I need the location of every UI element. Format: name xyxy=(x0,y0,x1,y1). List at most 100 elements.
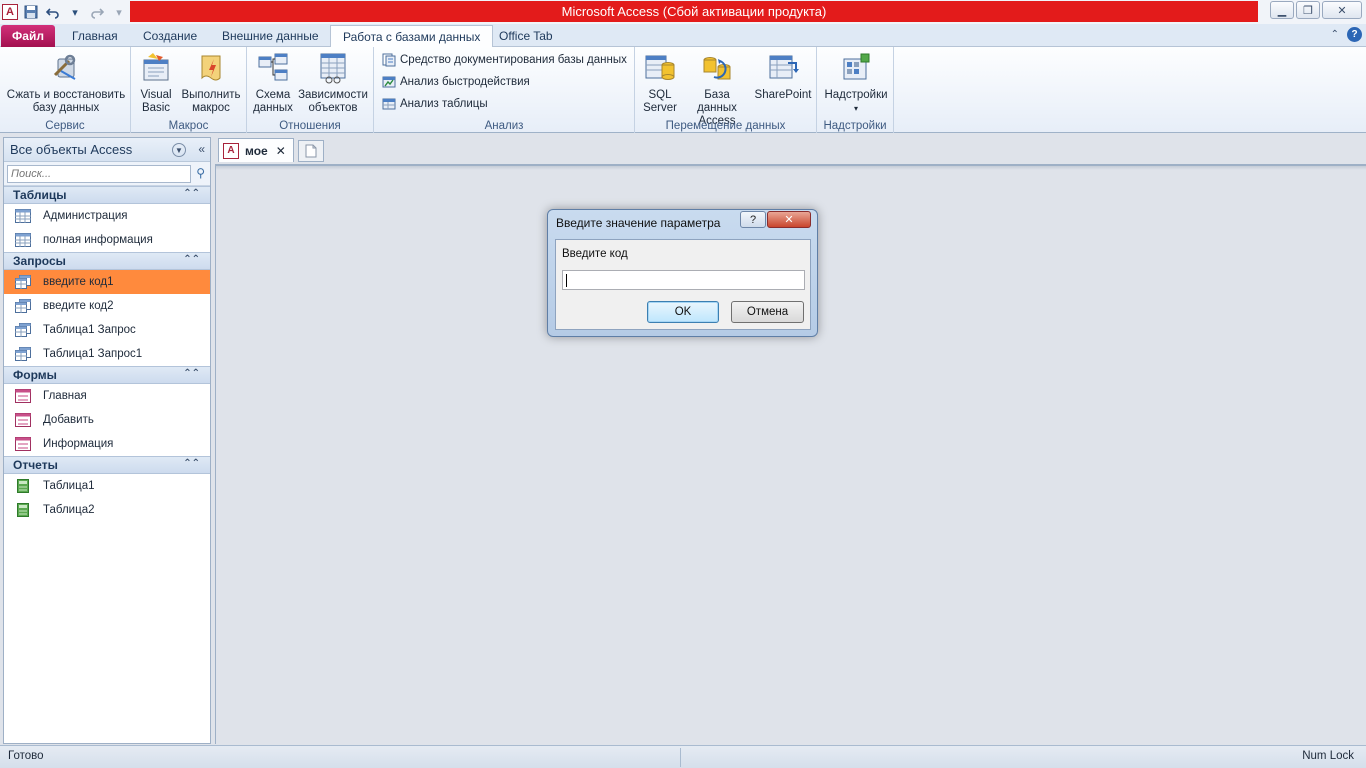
nav-search: ⚲ xyxy=(4,162,210,186)
relationships-label-1: Схема xyxy=(255,89,291,101)
ok-button[interactable]: OK xyxy=(647,301,719,323)
document-tab-moe[interactable]: A мое ✕ xyxy=(218,138,294,162)
run-macro-button[interactable]: Выполнить макрос xyxy=(179,51,243,115)
window-controls: ▁ ❐ ✕ xyxy=(1270,1,1362,19)
chevron-up-icon[interactable]: ⌃⌃ xyxy=(183,368,200,379)
section-forms-title: Формы xyxy=(13,368,57,382)
document-tab-strip: A мое ✕ xyxy=(215,137,1366,164)
nav-collapse-icon[interactable]: « xyxy=(198,142,205,156)
nav-title: Все объекты Access xyxy=(10,142,133,157)
section-tables[interactable]: Таблицы ⌃⌃ xyxy=(4,186,210,204)
close-icon[interactable]: ✕ xyxy=(1322,1,1362,19)
access-database-icon xyxy=(703,57,731,80)
form-icon xyxy=(15,413,31,427)
analyze-performance-button[interactable]: Анализ быстродействия xyxy=(382,75,530,89)
tab-file[interactable]: Файл xyxy=(1,25,55,47)
undo-dropdown-icon[interactable]: ▾ xyxy=(66,3,84,21)
addins-button[interactable]: Надстройки ▾ xyxy=(821,51,891,115)
list-item-query-selected[interactable]: введите код1 xyxy=(4,270,210,294)
analyze-table-icon xyxy=(382,98,396,110)
section-reports[interactable]: Отчеты ⌃⌃ xyxy=(4,456,210,474)
report-icon xyxy=(17,503,29,517)
search-input[interactable] xyxy=(7,165,191,183)
visual-basic-icon xyxy=(143,53,169,81)
list-item-report[interactable]: Таблица2 xyxy=(4,498,210,522)
ribbon-collapse-icon[interactable]: ⌃ xyxy=(1331,29,1339,40)
object-dependencies-label-2: объектов xyxy=(308,102,358,114)
database-documenter-label: Средство документирования базы данных xyxy=(400,54,627,66)
group-relations-label: Отношения xyxy=(279,120,341,132)
save-icon[interactable] xyxy=(22,3,40,21)
nav-menu-dropdown-icon[interactable]: ▼ xyxy=(172,143,186,157)
tab-create[interactable]: Создание xyxy=(131,25,209,47)
sharepoint-icon xyxy=(769,55,799,79)
list-item-query[interactable]: введите код2 xyxy=(4,294,210,318)
list-item-form[interactable]: Добавить xyxy=(4,408,210,432)
dialog-help-button[interactable]: ? xyxy=(740,211,766,228)
nav-header[interactable]: Все объекты Access ▼ « xyxy=(4,138,210,162)
compact-repair-button[interactable]: Сжать и восстановить базу данных xyxy=(4,51,128,115)
access-database-button[interactable]: База данных Access xyxy=(683,51,751,128)
list-item-query[interactable]: Таблица1 Запрос1 xyxy=(4,342,210,366)
new-tab-button[interactable] xyxy=(298,140,324,162)
search-icon[interactable]: ⚲ xyxy=(196,166,205,180)
sql-server-button[interactable]: SQL Server xyxy=(641,51,679,115)
relationships-button[interactable]: Схема данных xyxy=(253,51,293,115)
title-bar: A ▾ ▾ ▾ Microsoft Access (Сбой активации… xyxy=(0,0,1366,24)
group-macro: Visual Basic Выполнить макрос Макрос xyxy=(131,47,247,133)
cancel-button[interactable]: Отмена xyxy=(731,301,804,323)
list-item-label: Информация xyxy=(43,438,114,450)
minimize-icon[interactable]: ▁ xyxy=(1270,1,1294,19)
dialog-close-icon[interactable]: ✕ xyxy=(767,211,811,228)
group-service: Сжать и восстановить базу данных Сервис xyxy=(0,47,131,133)
list-item-label: введите код2 xyxy=(43,300,114,312)
report-icon xyxy=(17,479,29,493)
text-caret xyxy=(566,274,567,287)
database-documenter-button[interactable]: Средство документирования базы данных xyxy=(382,53,627,67)
ribbon: Сжать и восстановить базу данных Сервис … xyxy=(0,47,1366,133)
list-item-report[interactable]: Таблица1 xyxy=(4,474,210,498)
redo-dropdown-icon[interactable]: ▾ xyxy=(110,3,128,21)
visual-basic-button[interactable]: Visual Basic xyxy=(137,51,175,115)
query-icon xyxy=(15,323,31,337)
parameter-input[interactable] xyxy=(562,270,805,290)
group-service-label: Сервис xyxy=(45,120,85,132)
tab-external-data[interactable]: Внешние данные xyxy=(210,25,331,47)
restore-icon[interactable]: ❐ xyxy=(1296,1,1320,19)
close-tab-icon[interactable]: ✕ xyxy=(276,144,286,158)
tab-home[interactable]: Главная xyxy=(60,25,130,47)
visual-basic-label-2: Basic xyxy=(141,102,171,114)
chevron-up-icon[interactable]: ⌃⌃ xyxy=(183,254,200,265)
list-item-label: Добавить xyxy=(43,414,94,426)
dialog-body: Введите код OK Отмена xyxy=(555,239,811,330)
sharepoint-label: SharePoint xyxy=(754,89,812,101)
group-macro-label: Макрос xyxy=(168,120,209,132)
list-item-form[interactable]: Главная xyxy=(4,384,210,408)
object-dependencies-icon xyxy=(320,53,346,84)
analyze-performance-label: Анализ быстродействия xyxy=(400,76,530,88)
analyze-table-label: Анализ таблицы xyxy=(400,98,488,110)
query-icon xyxy=(15,347,31,361)
relationships-icon xyxy=(258,53,288,81)
analyze-table-button[interactable]: Анализ таблицы xyxy=(382,97,488,111)
list-item-query[interactable]: Таблица1 Запрос xyxy=(4,318,210,342)
chevron-up-icon[interactable]: ⌃⌃ xyxy=(183,458,200,469)
section-forms[interactable]: Формы ⌃⌃ xyxy=(4,366,210,384)
object-dependencies-button[interactable]: Зависимости объектов xyxy=(297,51,369,115)
tab-office-tab[interactable]: Office Tab xyxy=(487,25,565,47)
access-app-icon[interactable]: A xyxy=(2,4,18,20)
section-queries[interactable]: Запросы ⌃⌃ xyxy=(4,252,210,270)
chevron-up-icon[interactable]: ⌃⌃ xyxy=(183,188,200,199)
help-icon[interactable]: ? xyxy=(1347,27,1362,42)
redo-icon[interactable] xyxy=(88,3,106,21)
list-item-form[interactable]: Информация xyxy=(4,432,210,456)
dialog-title: Введите значение параметра xyxy=(556,216,721,230)
run-macro-icon xyxy=(201,55,221,81)
section-tables-title: Таблицы xyxy=(13,188,67,202)
undo-icon[interactable] xyxy=(44,3,62,21)
tab-database-tools[interactable]: Работа с базами данных xyxy=(330,25,494,48)
sharepoint-button[interactable]: SharePoint xyxy=(753,51,813,102)
list-item-table[interactable]: полная информация xyxy=(4,228,210,252)
list-item-table[interactable]: Администрация xyxy=(4,204,210,228)
relationships-label-2: данных xyxy=(253,102,293,114)
